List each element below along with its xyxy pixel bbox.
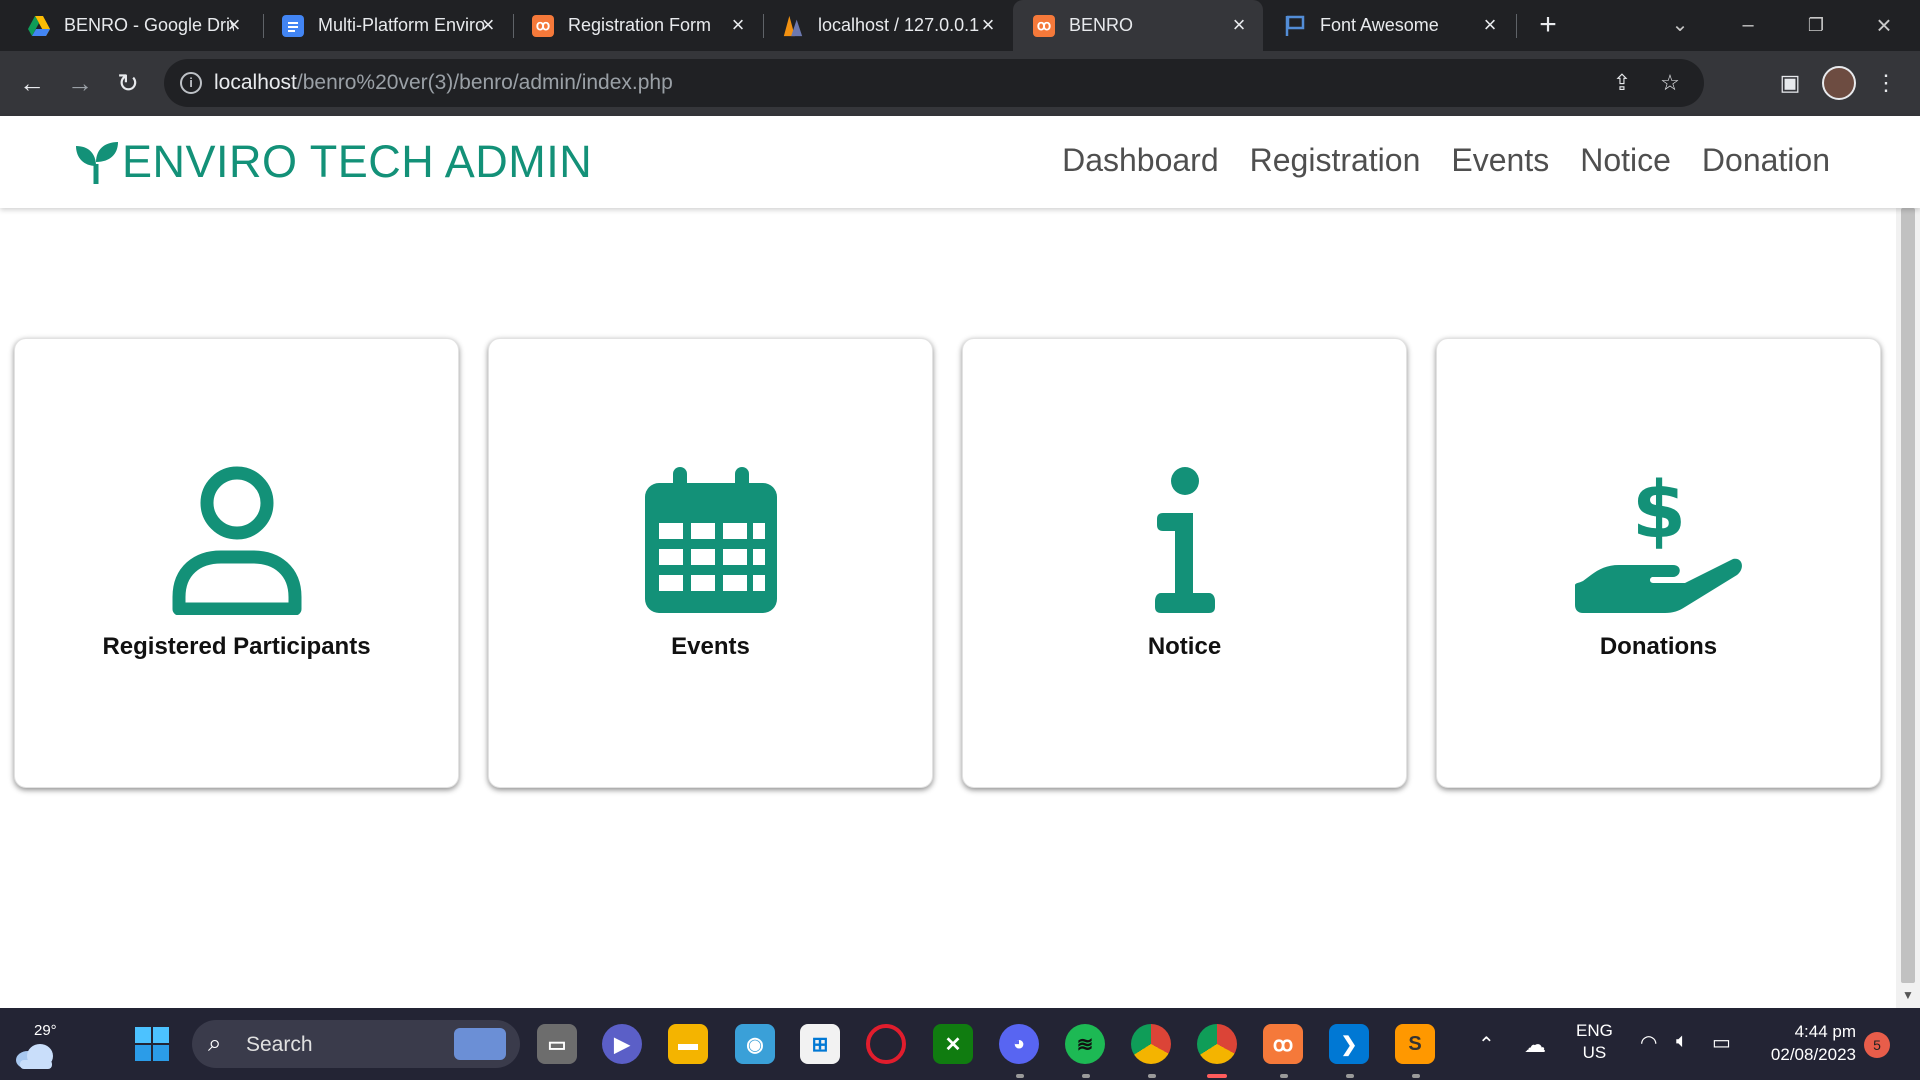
- vscode-icon[interactable]: ❯: [1329, 1024, 1369, 1064]
- taskbar-search[interactable]: ⌕ Search: [192, 1020, 520, 1068]
- tab-title: Registration Form: [568, 15, 712, 35]
- close-tab-icon[interactable]: ×: [222, 13, 246, 37]
- browser-toolbar: ← → ↻ i localhost/benro%20ver(3)/benro/a…: [0, 51, 1920, 116]
- card-notice[interactable]: Notice: [962, 338, 1407, 788]
- microsoft-store-icon[interactable]: ⊞: [800, 1024, 840, 1064]
- font-awesome-flag-icon: [1284, 15, 1306, 37]
- search-icon: ⌕: [208, 1030, 222, 1057]
- browser-tab[interactable]: ꝏ Registration Form ×: [512, 0, 762, 51]
- tab-title: Font Awesome: [1320, 15, 1439, 35]
- new-tab-button[interactable]: +: [1532, 10, 1564, 42]
- onedrive-cloud-icon[interactable]: ☁: [1524, 1032, 1546, 1058]
- close-window-button[interactable]: ×: [1864, 8, 1904, 42]
- tab-title: BENRO: [1069, 15, 1134, 35]
- file-explorer-icon[interactable]: ▬: [668, 1024, 708, 1064]
- browser-tab[interactable]: BENRO - Google Drive ×: [8, 0, 258, 51]
- photos-icon[interactable]: ◉: [735, 1024, 775, 1064]
- windows-taskbar: 29° ⌕ Search ▭ ▶ ▬ ◉ ⊞ ✕ ◕ ≋ ꝏ ❯ S ⌃ ☁ E…: [0, 1008, 1920, 1080]
- card-label: Events: [671, 633, 750, 660]
- reload-button[interactable]: ↻: [110, 65, 146, 101]
- card-label: Donations: [1599, 633, 1718, 660]
- tab-title: BENRO - Google Drive: [64, 15, 234, 35]
- tab-search-chevron-icon[interactable]: ⌄: [1660, 8, 1700, 42]
- card-events[interactable]: Events: [488, 338, 933, 788]
- info-icon: [1154, 465, 1215, 615]
- nav-link-dashboard[interactable]: Dashboard: [1062, 142, 1219, 179]
- volume-icon[interactable]: 🔈︎: [1676, 1030, 1688, 1053]
- phpmyadmin-icon: [782, 15, 804, 37]
- chrome-icon[interactable]: [1197, 1024, 1237, 1064]
- windows-start-icon[interactable]: [132, 1024, 172, 1064]
- discord-icon[interactable]: ◕: [999, 1024, 1039, 1064]
- battery-icon[interactable]: ▭: [1712, 1030, 1731, 1055]
- weather-widget[interactable]: 29°: [14, 1022, 62, 1070]
- language-indicator[interactable]: ENG US: [1576, 1020, 1613, 1064]
- clock[interactable]: 4:44 pm 02/08/2023: [1760, 1020, 1856, 1066]
- user-icon: [171, 465, 303, 615]
- xampp-icon[interactable]: ꝏ: [1263, 1024, 1303, 1064]
- opera-icon[interactable]: [866, 1024, 906, 1064]
- site-info-icon[interactable]: i: [180, 72, 202, 94]
- browser-tab[interactable]: Font Awesome ×: [1264, 0, 1514, 51]
- google-drive-icon: [28, 15, 50, 37]
- card-label: Registered Participants: [102, 633, 371, 660]
- chrome-icon[interactable]: [1131, 1024, 1171, 1064]
- hand-holding-dollar-icon: $: [1573, 465, 1745, 615]
- card-label: Notice: [1147, 633, 1222, 660]
- cloud-icon: [16, 1044, 53, 1069]
- back-button[interactable]: ←: [14, 65, 50, 101]
- nav-link-events[interactable]: Events: [1451, 142, 1549, 179]
- browser-tab[interactable]: localhost / 127.0.0.1 ×: [762, 0, 1012, 51]
- xbox-icon[interactable]: ✕: [933, 1024, 973, 1064]
- browser-tab[interactable]: Multi-Platform Enviro ×: [262, 0, 512, 51]
- seedling-icon: [76, 142, 118, 184]
- page-scrollbar[interactable]: ▼: [1896, 208, 1920, 1008]
- main-nav: Dashboard Registration Events Notice Don…: [1062, 142, 1830, 179]
- minimize-button[interactable]: –: [1728, 8, 1768, 42]
- side-panel-icon[interactable]: ▣: [1772, 65, 1808, 101]
- notification-badge[interactable]: 5: [1864, 1032, 1890, 1058]
- url-text[interactable]: localhost/benro%20ver(3)/benro/admin/ind…: [214, 71, 673, 95]
- scroll-down-arrow-icon[interactable]: ▼: [1902, 988, 1914, 1002]
- close-tab-icon[interactable]: ×: [976, 13, 1000, 37]
- close-tab-icon[interactable]: ×: [726, 13, 750, 37]
- show-hidden-icons-chevron-icon[interactable]: ⌃: [1478, 1032, 1495, 1057]
- google-docs-icon: [282, 14, 304, 37]
- task-view-icon[interactable]: ▭: [537, 1024, 577, 1064]
- card-registered-participants[interactable]: Registered Participants: [14, 338, 459, 788]
- scrollbar-thumb[interactable]: [1901, 208, 1915, 983]
- site-logo[interactable]: ENVIRO TECH ADMIN: [74, 136, 592, 188]
- share-icon[interactable]: ⇪: [1608, 69, 1636, 97]
- site-header: ENVIRO TECH ADMIN Dashboard Registration…: [0, 116, 1920, 208]
- calendar-icon: [644, 465, 777, 615]
- close-tab-icon[interactable]: ×: [1227, 13, 1251, 37]
- menu-kebab-icon[interactable]: ⋮: [1868, 65, 1904, 101]
- svg-text:$: $: [1631, 466, 1685, 556]
- bookmark-star-icon[interactable]: ☆: [1656, 69, 1684, 97]
- nav-link-notice[interactable]: Notice: [1580, 142, 1671, 179]
- forward-button[interactable]: →: [62, 65, 98, 101]
- browser-tab-strip: BENRO - Google Drive × Multi-Platform En…: [0, 0, 1920, 51]
- xampp-icon: ꝏ: [1033, 14, 1055, 37]
- card-donations[interactable]: $ Donations: [1436, 338, 1881, 788]
- close-tab-icon[interactable]: ×: [476, 13, 500, 37]
- teams-chat-icon[interactable]: ▶: [602, 1024, 642, 1064]
- spotify-icon[interactable]: ≋: [1065, 1024, 1105, 1064]
- brand-name: ENVIRO TECH ADMIN: [122, 136, 593, 187]
- wifi-icon[interactable]: ◠: [1640, 1030, 1657, 1055]
- nav-link-registration[interactable]: Registration: [1250, 142, 1421, 179]
- sublime-text-icon[interactable]: S: [1395, 1024, 1435, 1064]
- profile-avatar[interactable]: [1822, 66, 1856, 100]
- xampp-icon: ꝏ: [532, 14, 554, 37]
- nav-link-donation[interactable]: Donation: [1702, 142, 1830, 179]
- temperature: 29°: [34, 1022, 57, 1039]
- tab-title: localhost / 127.0.0.1: [818, 15, 980, 35]
- close-tab-icon[interactable]: ×: [1478, 13, 1502, 37]
- search-highlight-icon: [454, 1028, 506, 1060]
- browser-tab-active[interactable]: ꝏ BENRO ×: [1013, 0, 1263, 51]
- tab-title: Multi-Platform Enviro: [318, 15, 486, 35]
- search-placeholder: Search: [246, 1033, 313, 1056]
- address-bar[interactable]: i localhost/benro%20ver(3)/benro/admin/i…: [164, 59, 1704, 107]
- restore-button[interactable]: ❐: [1796, 8, 1836, 42]
